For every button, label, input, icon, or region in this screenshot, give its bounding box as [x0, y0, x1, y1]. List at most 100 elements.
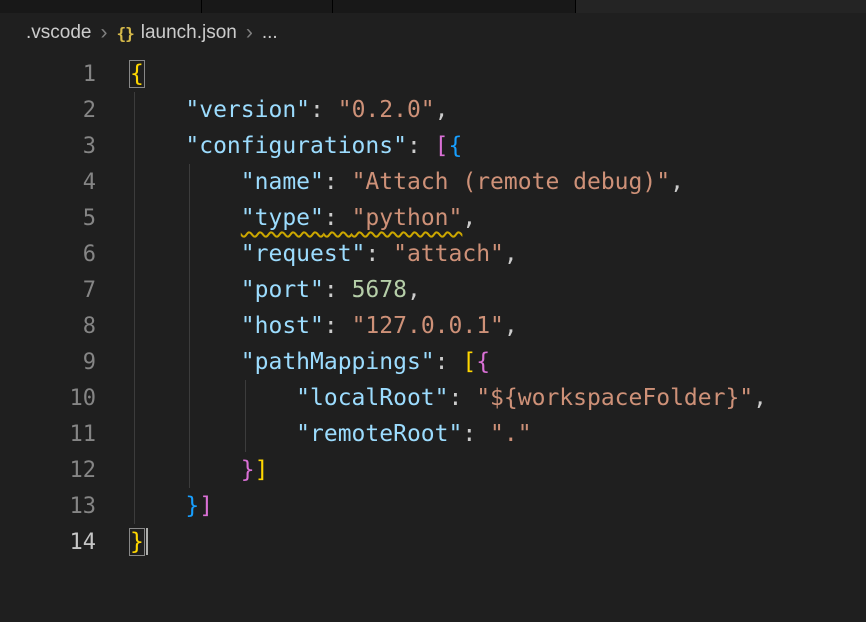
code-token: ".": [490, 421, 532, 447]
line-number[interactable]: 9: [0, 350, 96, 375]
code-token: "attach": [393, 241, 504, 267]
code-token: "remoteRoot": [296, 421, 462, 447]
code-line[interactable]: 4 "name": "Attach (remote debug)",: [0, 164, 866, 200]
code-token: "type": [241, 205, 324, 231]
code-token: ,: [462, 205, 476, 231]
code-text: "pathMappings": [{: [96, 349, 490, 375]
tab-bar-empty-space: [576, 0, 866, 13]
code-token: ,: [407, 277, 421, 303]
code-token: 5678: [352, 277, 407, 303]
code-text: "host": "127.0.0.1",: [96, 313, 518, 339]
code-token: :: [435, 349, 463, 375]
code-line[interactable]: 5 "type": "python",: [0, 200, 866, 236]
code-token: }: [185, 493, 199, 519]
code-token: :: [365, 241, 393, 267]
code-token: "localRoot": [296, 385, 448, 411]
code-line[interactable]: 11 "remoteRoot": ".": [0, 416, 866, 452]
vscode-editor-window: .vscode › {} launch.json › ... 1{2 "vers…: [0, 0, 866, 622]
line-number[interactable]: 12: [0, 458, 96, 483]
code-token: "port": [241, 277, 324, 303]
code-line[interactable]: 8 "host": "127.0.0.1",: [0, 308, 866, 344]
code-token: }: [241, 457, 255, 483]
code-token: :: [310, 97, 338, 123]
code-token: {: [476, 349, 490, 375]
code-token: :: [324, 277, 352, 303]
code-text: }]: [96, 493, 213, 519]
code-text: "version": "0.2.0",: [96, 97, 449, 123]
tab-partial[interactable]: [202, 0, 333, 13]
tab-partial[interactable]: [333, 0, 576, 13]
code-token: ,: [435, 97, 449, 123]
breadcrumb-file[interactable]: launch.json: [141, 22, 237, 44]
line-number[interactable]: 7: [0, 278, 96, 303]
line-number[interactable]: 10: [0, 386, 96, 411]
breadcrumb-folder[interactable]: .vscode: [26, 22, 91, 44]
chevron-right-icon: ›: [246, 22, 253, 43]
code-token: :: [324, 169, 352, 195]
code-line[interactable]: 14}: [0, 524, 866, 560]
code-token: [130, 133, 185, 159]
code-line[interactable]: 6 "request": "attach",: [0, 236, 866, 272]
code-token: ]: [199, 493, 213, 519]
chevron-right-icon: ›: [100, 22, 107, 43]
code-line[interactable]: 9 "pathMappings": [{: [0, 344, 866, 380]
json-file-icon: {}: [116, 24, 133, 43]
code-token: [130, 277, 241, 303]
code-token: "python": [352, 205, 463, 231]
code-lines: 1{2 "version": "0.2.0",3 "configurations…: [0, 56, 866, 560]
breadcrumb: .vscode › {} launch.json › ...: [0, 13, 866, 53]
code-line[interactable]: 2 "version": "0.2.0",: [0, 92, 866, 128]
code-text: "port": 5678,: [96, 277, 421, 303]
line-number[interactable]: 4: [0, 170, 96, 195]
code-token: [130, 385, 296, 411]
code-line[interactable]: 1{: [0, 56, 866, 92]
tab-partial[interactable]: [0, 0, 202, 13]
tab-bar-edge: [0, 0, 866, 13]
code-token: [130, 241, 241, 267]
code-text: "name": "Attach (remote debug)",: [96, 169, 684, 195]
code-token: "configurations": [185, 133, 407, 159]
code-token: [130, 457, 241, 483]
code-text: "type": "python",: [96, 205, 476, 231]
line-number[interactable]: 2: [0, 98, 96, 123]
code-token: "version": [185, 97, 310, 123]
code-editor[interactable]: 1{2 "version": "0.2.0",3 "configurations…: [0, 53, 866, 622]
line-number[interactable]: 6: [0, 242, 96, 267]
code-token: :: [324, 205, 352, 231]
code-text: "localRoot": "${workspaceFolder}",: [96, 385, 767, 411]
code-text: "configurations": [{: [96, 133, 462, 159]
code-line[interactable]: 13 }]: [0, 488, 866, 524]
line-number[interactable]: 8: [0, 314, 96, 339]
line-number[interactable]: 5: [0, 206, 96, 231]
code-token: "0.2.0": [338, 97, 435, 123]
line-number[interactable]: 13: [0, 494, 96, 519]
code-line[interactable]: 12 }]: [0, 452, 866, 488]
indent-guide: [245, 380, 246, 452]
code-token: :: [407, 133, 435, 159]
code-token: {: [130, 61, 144, 87]
line-number[interactable]: 11: [0, 422, 96, 447]
code-token: "host": [241, 313, 324, 339]
code-token: "request": [241, 241, 366, 267]
breadcrumb-symbol-more[interactable]: ...: [262, 22, 278, 44]
code-line[interactable]: 3 "configurations": [{: [0, 128, 866, 164]
code-token: "pathMappings": [241, 349, 435, 375]
code-token: [130, 313, 241, 339]
code-text: "request": "attach",: [96, 241, 518, 267]
line-number[interactable]: 14: [0, 530, 96, 555]
code-token: :: [324, 313, 352, 339]
line-number[interactable]: 1: [0, 62, 96, 87]
code-token: [130, 205, 241, 231]
text-cursor: [146, 528, 148, 555]
code-token: ,: [753, 385, 767, 411]
code-token: ]: [255, 457, 269, 483]
code-line[interactable]: 10 "localRoot": "${workspaceFolder}",: [0, 380, 866, 416]
code-text: }]: [96, 457, 269, 483]
code-token: :: [449, 385, 477, 411]
code-token: {: [449, 133, 463, 159]
code-text: {: [96, 61, 144, 87]
line-number[interactable]: 3: [0, 134, 96, 159]
code-token: "${workspaceFolder}": [476, 385, 753, 411]
code-line[interactable]: 7 "port": 5678,: [0, 272, 866, 308]
code-token: ,: [504, 241, 518, 267]
